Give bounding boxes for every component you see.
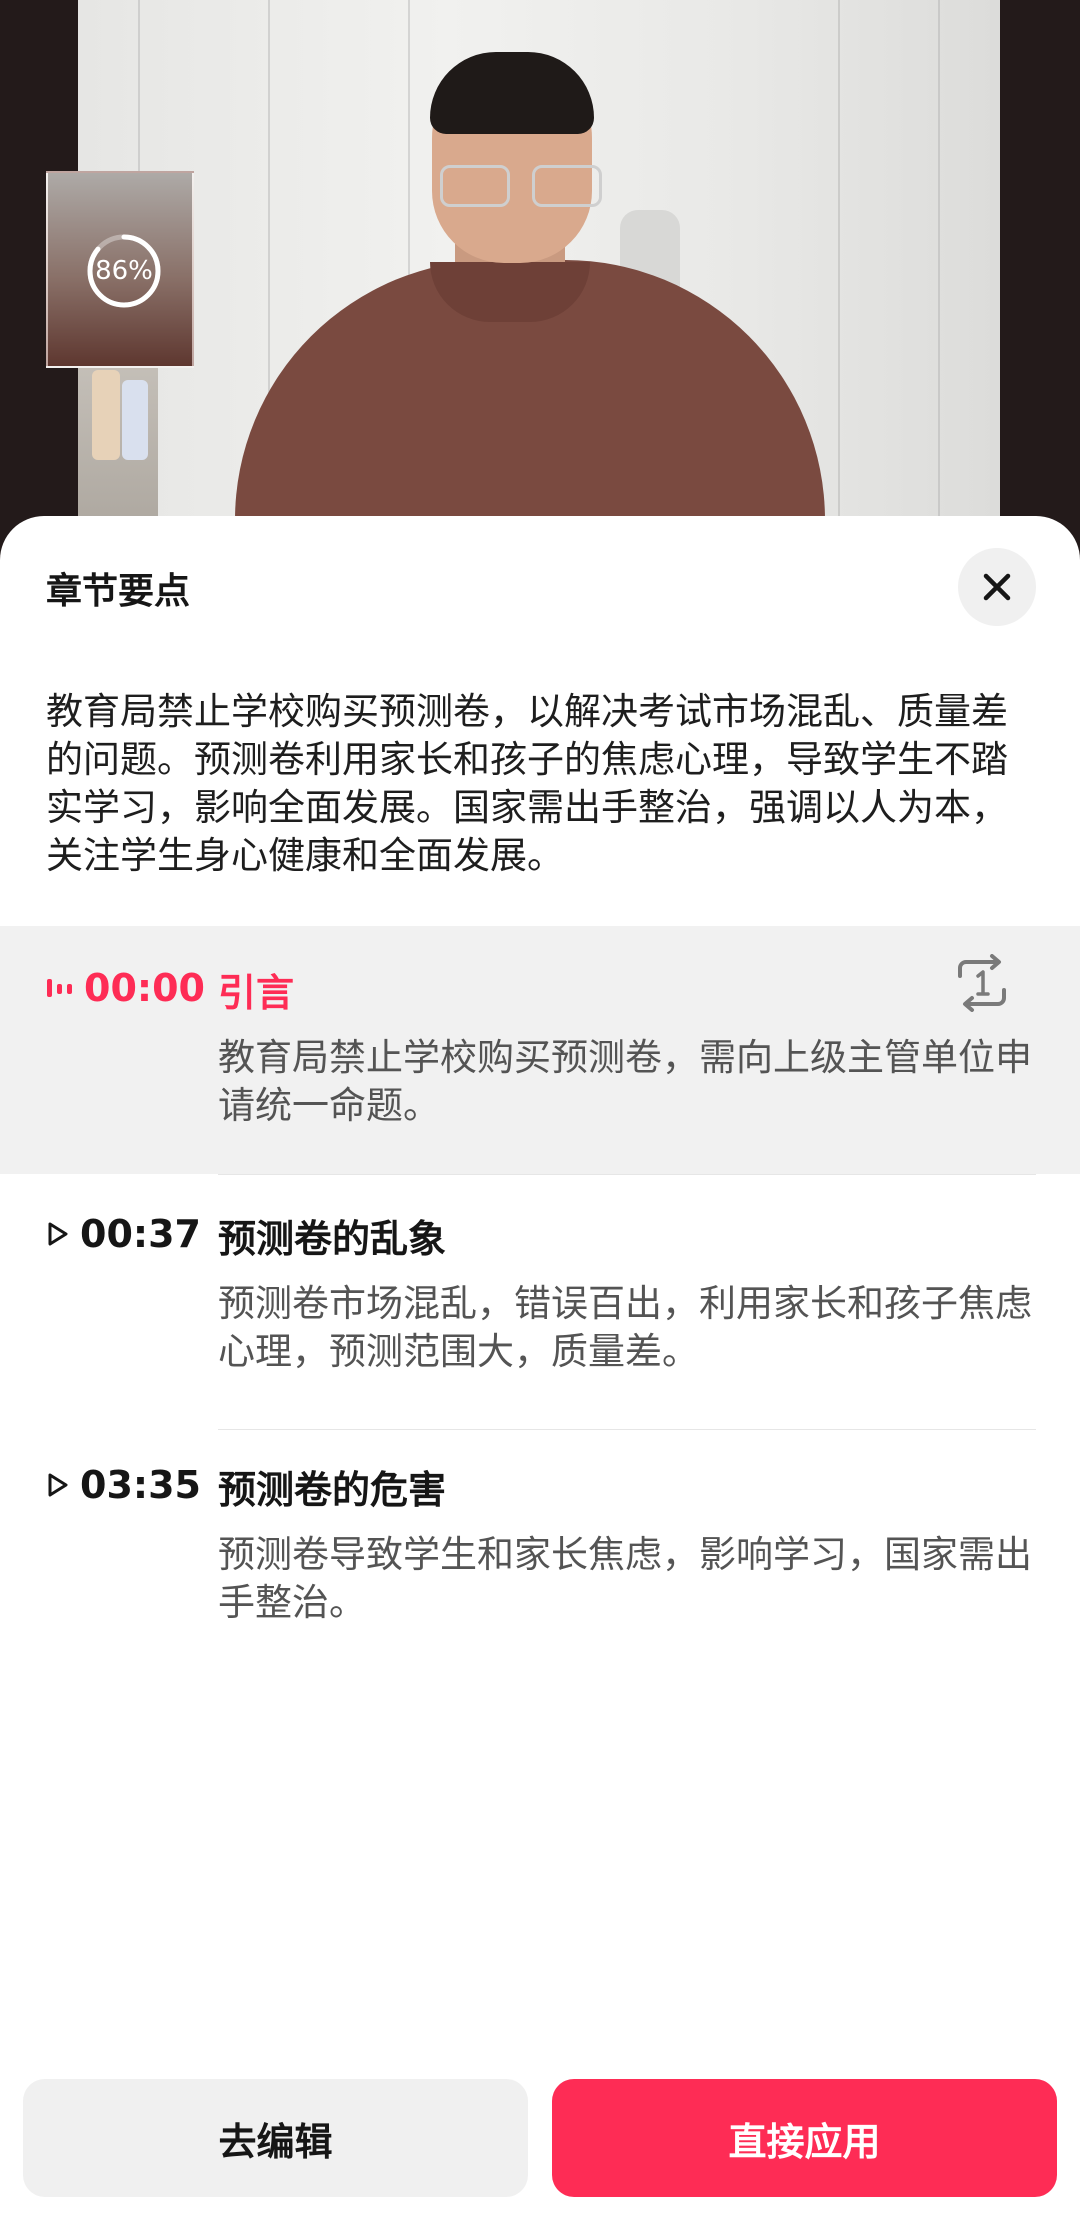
close-icon — [983, 573, 1011, 601]
loop-one-icon[interactable] — [952, 954, 1012, 1012]
app-root: 86% 章节要点 教育局禁止学校购买预测卷，以解决考试市场混乱、质量差的问题。预… — [0, 0, 1080, 2217]
divider — [218, 1429, 1036, 1430]
divider — [218, 1174, 1036, 1175]
apply-button[interactable]: 直接应用 — [552, 2079, 1057, 2197]
close-button[interactable] — [958, 548, 1036, 626]
chapter-description: 教育局禁止学校购买预测卷，需向上级主管单位申请统一命题。 — [218, 1036, 1032, 1127]
generation-progress-thumbnail: 86% — [46, 171, 194, 368]
progress-percent: 86% — [95, 256, 153, 286]
chapter-title: 引言 — [218, 971, 295, 1015]
chapter-time: 00:37 — [80, 1212, 201, 1256]
glasses — [440, 165, 610, 211]
playing-bars-icon — [47, 979, 72, 997]
chapter-title: 预测卷的乱象 — [218, 1217, 447, 1261]
chapter-sheet: 章节要点 教育局禁止学校购买预测卷，以解决考试市场混乱、质量差的问题。预测卷利用… — [0, 516, 1080, 2217]
chapter-time: 00:00 — [84, 966, 205, 1010]
chapter-item[interactable]: 03:35 预测卷的危害 预测卷导致学生和家长焦虑，影响学习，国家需出手整治。 — [0, 1431, 1080, 1681]
chapter-summary: 教育局禁止学校购买预测卷，以解决考试市场混乱、质量差的问题。预测卷利用家长和孩子… — [46, 690, 1008, 877]
play-triangle-icon — [48, 1473, 68, 1497]
sheet-title: 章节要点 — [46, 571, 191, 612]
chapter-title: 预测卷的危害 — [218, 1468, 447, 1512]
chapter-item[interactable]: 00:00 引言 教育局禁止学校购买预测卷，需向上级主管单位申请统一命题。 — [0, 926, 1080, 1174]
chapter-description: 预测卷导致学生和家长焦虑，影响学习，国家需出手整治。 — [218, 1533, 1032, 1624]
chapter-item[interactable]: 00:37 预测卷的乱象 预测卷市场混乱，错误百出，利用家长和孩子焦虑心理，预测… — [0, 1176, 1080, 1426]
edit-button[interactable]: 去编辑 — [23, 2079, 528, 2197]
play-triangle-icon — [48, 1222, 68, 1246]
video-player[interactable]: 86% — [0, 0, 1080, 560]
chapter-description: 预测卷市场混乱，错误百出，利用家长和孩子焦虑心理，预测范围大，质量差。 — [218, 1282, 1032, 1373]
chapter-time: 03:35 — [80, 1463, 201, 1507]
